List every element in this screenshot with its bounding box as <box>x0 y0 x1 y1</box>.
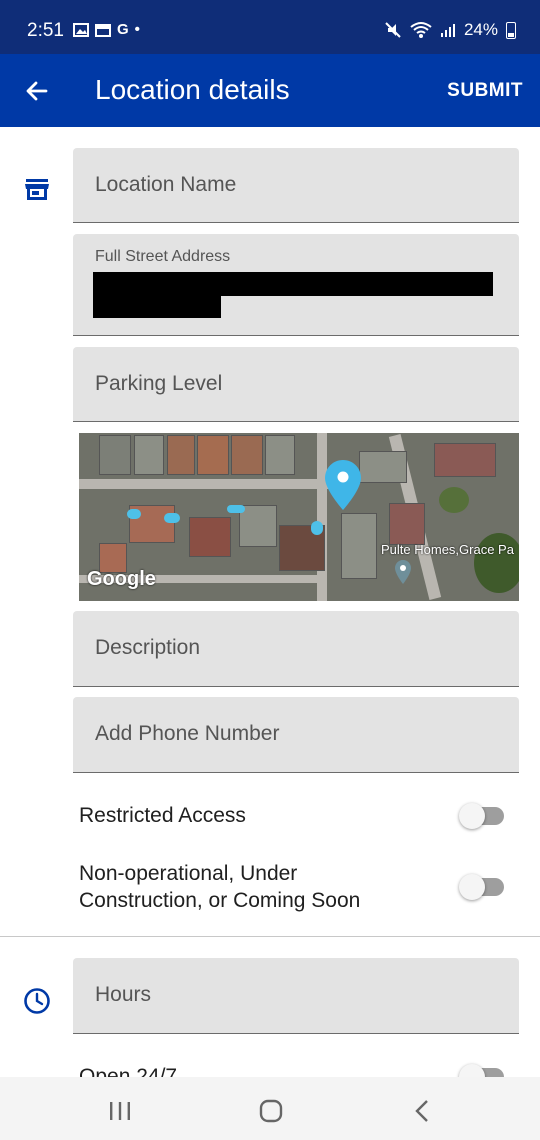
map-house <box>265 435 295 475</box>
battery-percent: 24% <box>463 20 498 39</box>
map-house <box>239 505 277 547</box>
map-house <box>389 503 425 545</box>
system-icons: 24% <box>384 20 516 40</box>
parking-level-field[interactable]: Parking Level <box>73 347 519 422</box>
back-arrow-icon[interactable] <box>20 74 54 108</box>
location-map[interactable]: Pulte Homes,Grace Pa Google <box>79 433 519 601</box>
phone-number-placeholder: Add Phone Number <box>95 722 280 745</box>
clock-icon <box>23 987 51 1020</box>
map-pool <box>127 509 141 519</box>
battery-icon <box>506 21 516 39</box>
status-bar: 2:51 G • 24% <box>0 0 540 54</box>
map-pool <box>227 505 245 513</box>
non-operational-switch[interactable] <box>459 874 504 900</box>
map-house <box>341 513 377 579</box>
map-house <box>197 435 229 475</box>
google-notification-icon: G <box>117 21 129 38</box>
submit-button[interactable]: SUBMIT <box>447 80 523 102</box>
image-icon <box>73 23 89 37</box>
map-poi-label: Pulte Homes,Grace Pa <box>381 542 514 557</box>
home-icon[interactable] <box>259 1099 283 1123</box>
redacted-address-line-1 <box>93 272 493 296</box>
description-field[interactable]: Description <box>73 611 519 687</box>
map-house <box>189 517 231 557</box>
store-icon <box>24 178 50 207</box>
switch-knob <box>459 803 485 829</box>
description-placeholder: Description <box>95 636 201 659</box>
wifi-icon <box>410 22 432 38</box>
redacted-address-line-2 <box>93 296 221 318</box>
map-pin-icon <box>325 460 361 510</box>
system-navigation-bar <box>0 1077 540 1140</box>
map-house <box>434 443 496 477</box>
map-pool <box>164 513 180 523</box>
signal-icon <box>440 24 455 37</box>
full-address-field[interactable]: Full Street Address <box>73 234 519 336</box>
map-house <box>359 451 407 483</box>
map-house <box>167 435 195 475</box>
map-road <box>79 479 339 489</box>
restricted-access-switch[interactable] <box>459 803 504 829</box>
switch-knob <box>459 874 485 900</box>
page-title: Location details <box>95 74 290 105</box>
status-time: 2:51 <box>27 20 64 41</box>
more-notifications-dot: • <box>134 21 140 38</box>
mute-icon <box>385 22 401 38</box>
back-nav-icon[interactable] <box>412 1099 432 1123</box>
hours-field[interactable]: Hours <box>73 958 519 1034</box>
phone-number-field[interactable]: Add Phone Number <box>73 697 519 773</box>
app-bar: Location details SUBMIT <box>0 54 540 127</box>
location-name-field[interactable]: Location Name <box>73 148 519 223</box>
location-name-placeholder: Location Name <box>95 173 237 196</box>
map-house <box>134 435 164 475</box>
hours-placeholder: Hours <box>95 983 152 1006</box>
map-house <box>231 435 263 475</box>
calendar-icon <box>95 24 111 37</box>
map-house <box>99 435 131 475</box>
restricted-access-label: Restricted Access <box>79 804 246 827</box>
recent-apps-icon[interactable] <box>108 1101 132 1121</box>
notification-icons: G • <box>73 22 140 38</box>
poi-marker-icon <box>395 560 411 584</box>
full-address-label: Full Street Address <box>95 248 231 265</box>
non-operational-label-line1: Non-operational, Under <box>79 862 298 885</box>
map-pool <box>311 521 323 535</box>
parking-level-placeholder: Parking Level <box>95 372 223 395</box>
google-attribution: Google <box>87 568 156 590</box>
map-tree <box>439 487 469 513</box>
non-operational-label-line2: Construction, or Coming Soon <box>79 889 361 912</box>
section-divider <box>0 936 540 937</box>
